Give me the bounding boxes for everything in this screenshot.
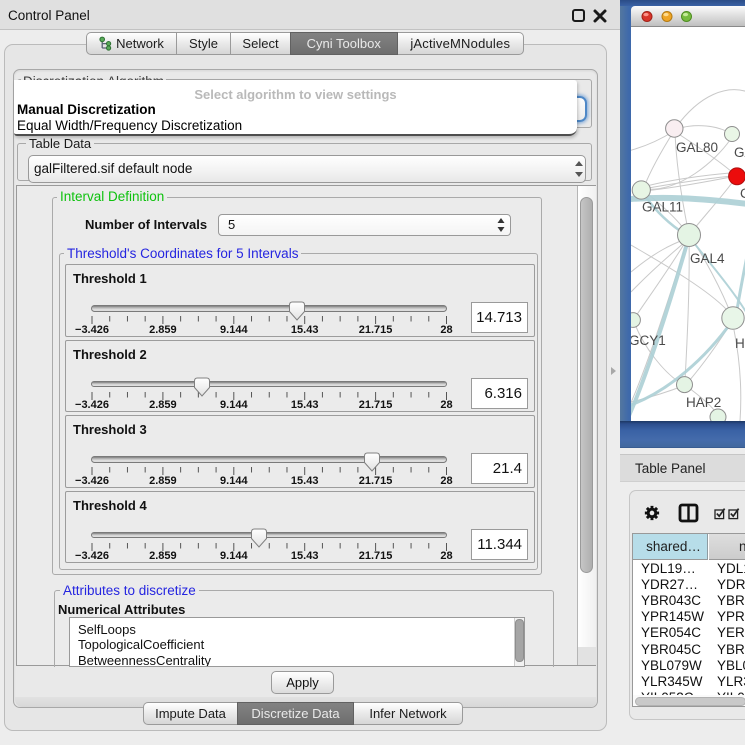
svg-text:C: C xyxy=(740,186,745,201)
svg-text:GA: GA xyxy=(734,145,745,160)
svg-text:HAP2: HAP2 xyxy=(686,395,721,410)
svg-text:GAL11: GAL11 xyxy=(642,200,683,215)
svg-text:GAL80: GAL80 xyxy=(676,140,718,155)
svg-text:GAL4: GAL4 xyxy=(690,251,725,266)
svg-text:H: H xyxy=(735,336,745,351)
svg-text:GCY1: GCY1 xyxy=(631,333,666,348)
